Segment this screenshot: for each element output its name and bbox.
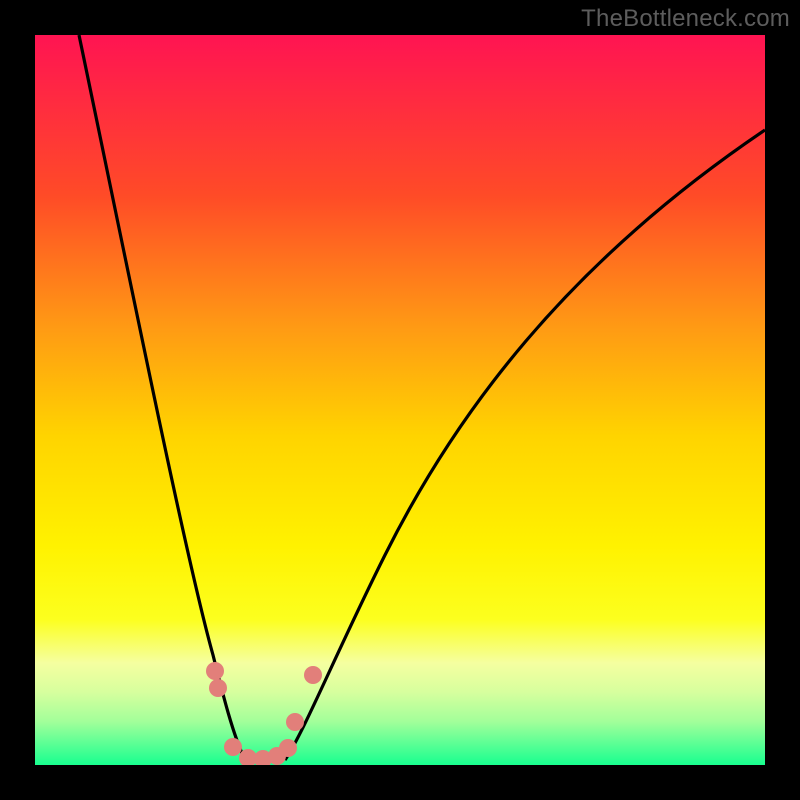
watermark-label: TheBottleneck.com [581,5,790,33]
chart-container: TheBottleneck.com [0,0,800,800]
trough-dot [206,662,224,680]
trough-dot [304,666,322,684]
trough-dot [209,679,227,697]
trough-dot [286,713,304,731]
trough-dot-cluster [206,662,322,765]
bottleneck-right-branch [285,130,765,760]
bottleneck-left-branch [79,35,245,760]
plot-area [35,35,765,765]
trough-dot [279,739,297,757]
trough-dot [224,738,242,756]
curve-layer [35,35,765,765]
